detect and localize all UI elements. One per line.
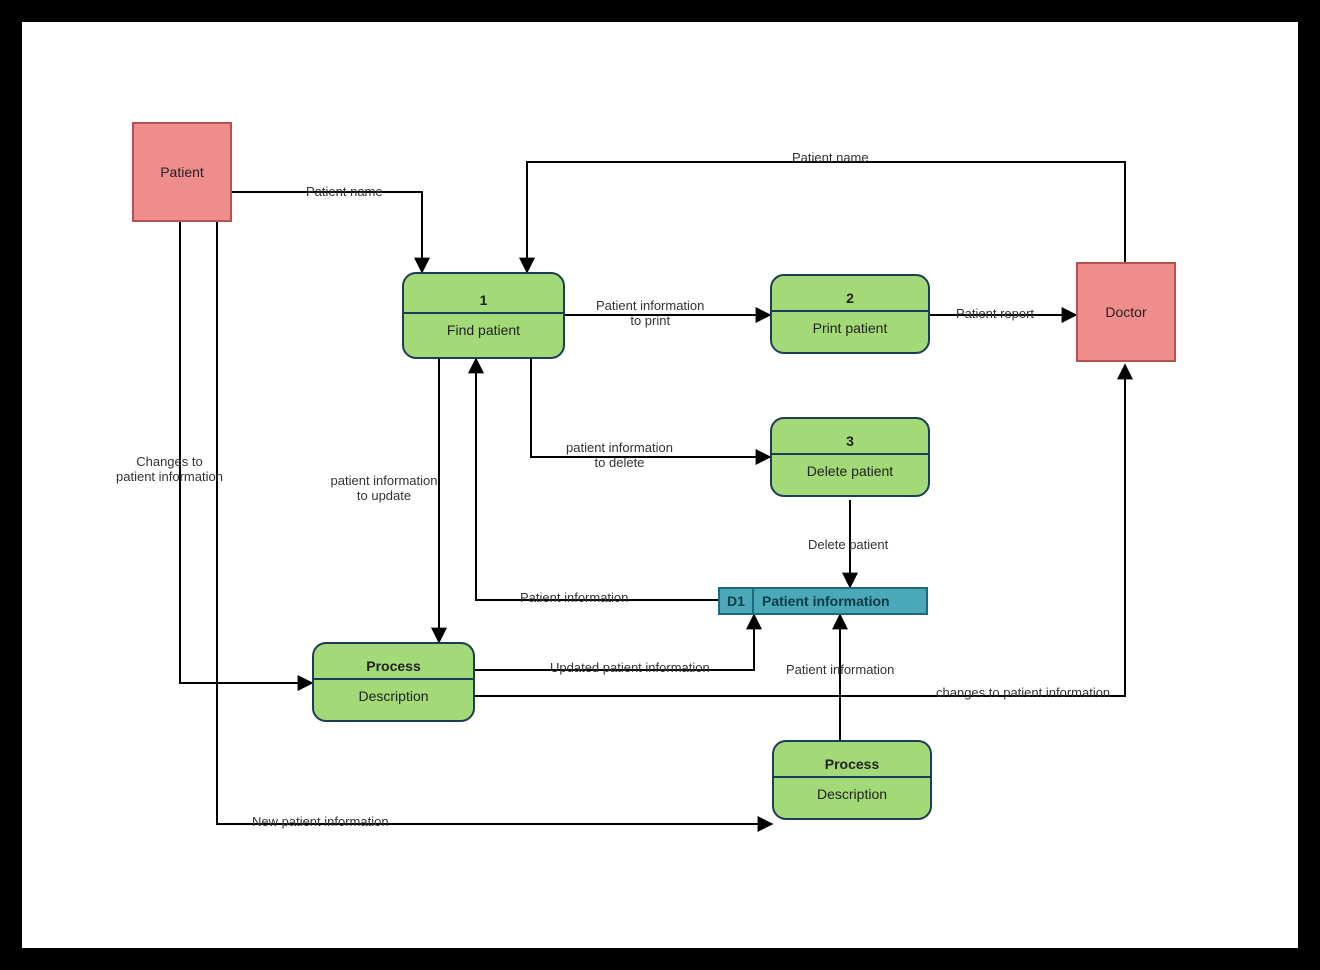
flow-label: Updated patient information: [550, 660, 710, 675]
entity-doctor[interactable]: Doctor: [1076, 262, 1176, 362]
process-number: Process: [774, 750, 930, 778]
process-title: Print patient: [772, 312, 928, 344]
flow-label: patient information to update: [331, 473, 438, 503]
process-number: 2: [772, 284, 928, 312]
flow-label: New patient information: [252, 814, 389, 829]
process-delete-patient[interactable]: 3 Delete patient: [770, 417, 930, 497]
process-print-patient[interactable]: 2 Print patient: [770, 274, 930, 354]
entity-patient[interactable]: Patient: [132, 122, 232, 222]
flow-label: patient information to delete: [566, 440, 673, 470]
process-title: Delete patient: [772, 455, 928, 487]
process-find-patient[interactable]: 1 Find patient: [402, 272, 565, 359]
flow-label: Patient name: [306, 184, 383, 199]
process-title: Description: [314, 680, 473, 712]
process-update[interactable]: Process Description: [312, 642, 475, 722]
flow-label: Delete patient: [808, 537, 888, 552]
process-title: Find patient: [404, 314, 563, 346]
diagram-canvas: Patient Doctor 1 Find patient 2 Print pa…: [20, 20, 1300, 950]
entity-label: Doctor: [1105, 304, 1146, 320]
flow-label: changes to patient information: [936, 685, 1110, 700]
datastore-patient-info[interactable]: D1 Patient information: [718, 587, 928, 615]
flow-label: Patient report: [956, 306, 1034, 321]
entity-label: Patient: [160, 164, 204, 180]
flow-label: Changes to patient information: [116, 454, 223, 484]
flow-label: Patient information: [786, 662, 894, 677]
flow-label: Patient information: [520, 590, 628, 605]
process-title: Description: [774, 778, 930, 810]
flow-label: Patient information to print: [596, 298, 704, 328]
datastore-label: Patient information: [754, 589, 926, 613]
process-number: 3: [772, 427, 928, 455]
process-number: Process: [314, 652, 473, 680]
process-number: 1: [404, 286, 563, 314]
datastore-key: D1: [720, 589, 754, 613]
process-create[interactable]: Process Description: [772, 740, 932, 820]
flow-label: Patient name: [792, 150, 869, 165]
